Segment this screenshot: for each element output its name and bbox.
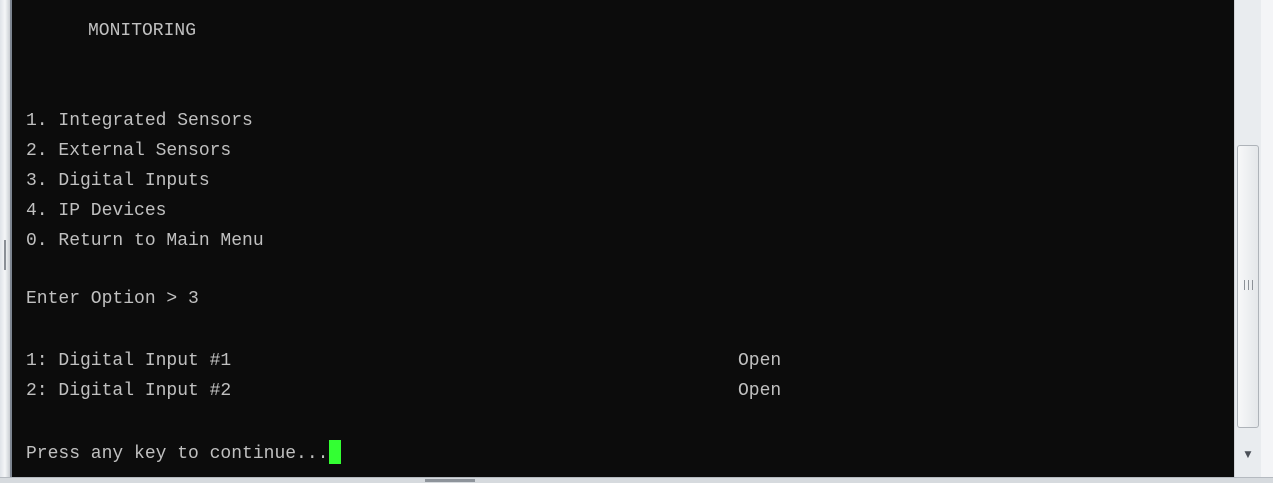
digital-input-1-label: 1: Digital Input #1 bbox=[26, 351, 232, 371]
menu-item-return-main-menu: 0. Return to Main Menu bbox=[26, 231, 264, 251]
digital-input-2-label: 2: Digital Input #2 bbox=[26, 381, 232, 401]
terminal-window: MONITORING 1. Integrated Sensors 2. Exte… bbox=[0, 0, 1273, 483]
scroll-down-arrow-icon[interactable]: ▼ bbox=[1237, 435, 1259, 475]
continue-prompt-line: Press any key to continue... bbox=[26, 440, 342, 465]
option-prompt: Enter Option > 3 bbox=[26, 289, 199, 309]
vertical-scrollbar[interactable]: ▼ bbox=[1234, 0, 1261, 477]
continue-prompt: Press any key to continue... bbox=[26, 444, 329, 464]
digital-input-1-status: Open bbox=[738, 351, 782, 371]
window-bottom-border[interactable] bbox=[0, 477, 1273, 483]
scrollbar-thumb[interactable] bbox=[1237, 145, 1259, 428]
menu-item-external-sensors: 2. External Sensors bbox=[26, 141, 232, 161]
window-left-border[interactable] bbox=[0, 0, 10, 483]
terminal-screen[interactable]: MONITORING 1. Integrated Sensors 2. Exte… bbox=[10, 0, 1234, 477]
menu-item-ip-devices: 4. IP Devices bbox=[26, 201, 167, 221]
menu-title: MONITORING bbox=[88, 21, 197, 41]
terminal-cursor bbox=[329, 440, 342, 464]
menu-item-integrated-sensors: 1. Integrated Sensors bbox=[26, 111, 253, 131]
window-right-border bbox=[1261, 0, 1273, 483]
menu-item-digital-inputs: 3. Digital Inputs bbox=[26, 171, 210, 191]
digital-input-2-status: Open bbox=[738, 381, 782, 401]
scroll-grip-icon bbox=[1244, 280, 1253, 290]
